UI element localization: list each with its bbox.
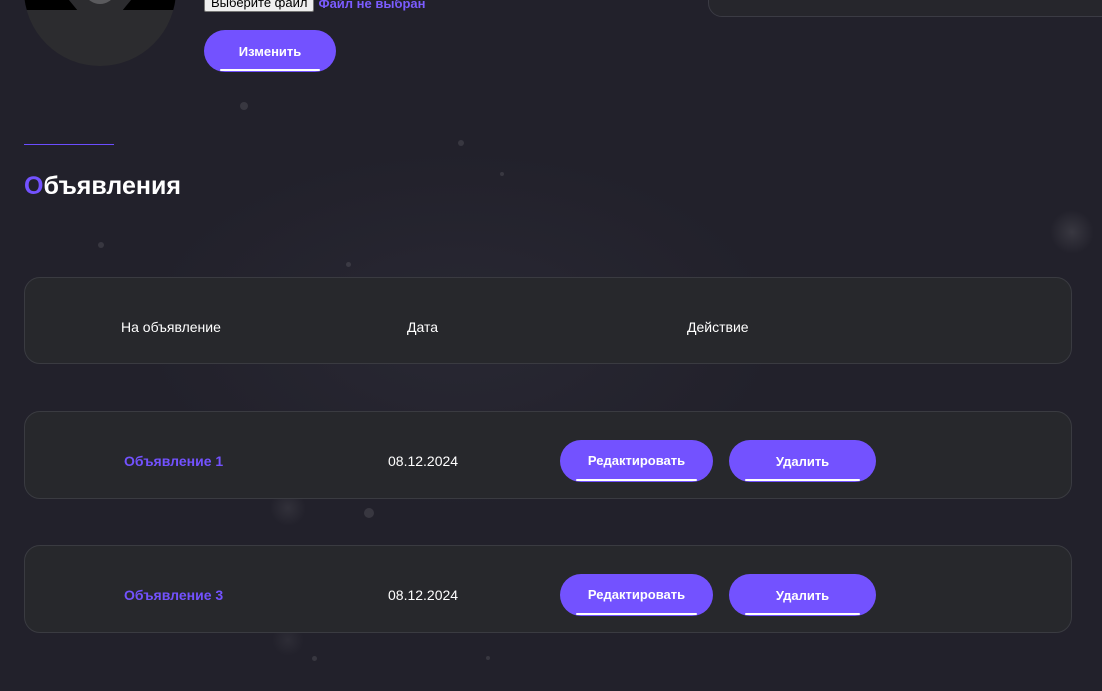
button-underline bbox=[220, 69, 320, 71]
column-header-action: Действие bbox=[687, 319, 749, 335]
column-header-ad: На объявление bbox=[121, 319, 221, 335]
background-dot bbox=[500, 172, 504, 176]
ad-link[interactable]: Объявление 1 bbox=[124, 453, 223, 469]
edit-ad-button[interactable]: Редактировать bbox=[560, 440, 713, 482]
change-avatar-button[interactable]: Изменить bbox=[204, 30, 336, 72]
background-dot bbox=[458, 140, 464, 146]
profile-info-card bbox=[708, 0, 1102, 17]
button-underline bbox=[576, 613, 697, 615]
ad-link[interactable]: Объявление 3 bbox=[124, 587, 223, 603]
section-title: Объявления bbox=[24, 172, 181, 201]
avatar-file-picker: Выберите файл Файл не выбран bbox=[204, 0, 426, 12]
table-header: На объявление Дата Действие bbox=[24, 277, 1072, 364]
background-dot bbox=[312, 656, 317, 661]
ad-date: 08.12.2024 bbox=[388, 453, 459, 469]
section-title-first-letter: О bbox=[24, 172, 44, 200]
file-status-text: Файл не выбран bbox=[318, 0, 426, 11]
button-underline bbox=[745, 479, 860, 481]
avatar-silhouette bbox=[24, 0, 176, 10]
button-underline bbox=[745, 613, 860, 615]
table-row: Объявление 3 08.12.2024 Редактировать Уд… bbox=[24, 545, 1072, 633]
edit-ad-label: Редактировать bbox=[587, 586, 686, 602]
delete-ad-label: Удалить bbox=[775, 588, 830, 603]
edit-ad-button[interactable]: Редактировать bbox=[560, 574, 713, 616]
background-dot bbox=[364, 508, 374, 518]
delete-ad-button[interactable]: Удалить bbox=[729, 440, 876, 482]
column-header-date: Дата bbox=[407, 319, 439, 335]
section-title-rest: бъявления bbox=[43, 172, 181, 200]
delete-ad-button[interactable]: Удалить bbox=[729, 574, 876, 616]
delete-ad-label: Удалить bbox=[775, 454, 830, 469]
avatar-head-shape bbox=[75, 0, 125, 4]
section-accent-line bbox=[24, 144, 114, 145]
background-dot bbox=[346, 262, 351, 267]
background-dot bbox=[240, 102, 248, 110]
edit-ad-label: Редактировать bbox=[587, 452, 686, 468]
profile-avatar bbox=[24, 0, 176, 66]
background-dot bbox=[486, 656, 490, 660]
choose-file-button[interactable]: Выберите файл bbox=[204, 0, 315, 12]
button-underline bbox=[576, 479, 697, 481]
table-row: Объявление 1 08.12.2024 Редактировать Уд… bbox=[24, 411, 1072, 499]
ad-date: 08.12.2024 bbox=[388, 587, 459, 603]
change-avatar-label: Изменить bbox=[238, 43, 302, 59]
background-dot bbox=[98, 242, 104, 248]
